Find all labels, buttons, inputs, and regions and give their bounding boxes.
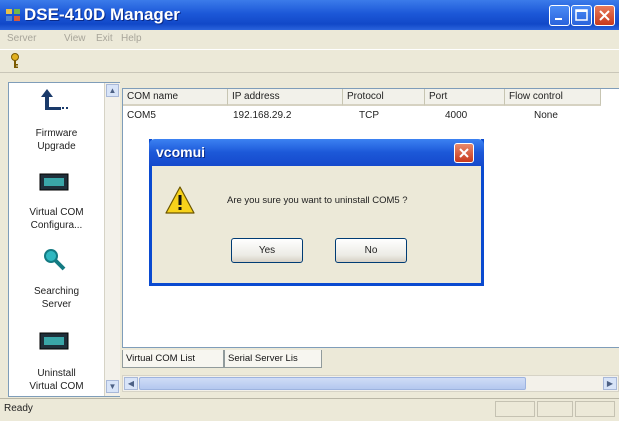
dialog-message: Are you sure you want to uninstall COM5 … (227, 195, 408, 206)
status-text: Ready (4, 403, 33, 414)
menu-view[interactable]: View (64, 33, 86, 44)
dialog-close-button[interactable] (454, 143, 474, 163)
sidebar-item-uninstall-virtual-com[interactable]: Uninstall Virtual COM (9, 367, 104, 393)
sidebar-item-firmware-upgrade[interactable]: Firmware Upgrade (9, 127, 104, 153)
status-pane (537, 401, 573, 417)
sidebar-item-label: Firmware (35, 128, 78, 139)
scroll-down-icon[interactable]: ▼ (106, 380, 119, 393)
scroll-thumb[interactable] (139, 377, 526, 390)
close-icon (599, 10, 610, 21)
scroll-right-icon[interactable]: ▶ (603, 377, 617, 390)
close-button[interactable] (594, 5, 615, 26)
cell-com-name: COM5 (127, 110, 156, 121)
no-button[interactable]: No (335, 238, 407, 263)
menu-server[interactable]: Server (7, 33, 36, 44)
status-bar: Ready (0, 398, 619, 421)
menu-exit[interactable]: Exit (96, 33, 113, 44)
sidebar-item-label: Server (41, 299, 72, 310)
column-header-com-name[interactable]: COM name (123, 89, 228, 106)
maximize-button[interactable] (571, 5, 592, 26)
cell-protocol: TCP (359, 110, 379, 121)
minimize-button[interactable] (549, 5, 570, 26)
scroll-up-icon[interactable]: ▲ (106, 84, 119, 97)
horizontal-scrollbar[interactable]: ◀ ▶ (122, 375, 619, 392)
sidebar-item-virtual-com-config[interactable]: Virtual COM Configura... (9, 206, 104, 232)
status-pane (495, 401, 535, 417)
sidebar-item-label: Configura... (30, 220, 83, 231)
sidebar-item-label: Searching (33, 286, 80, 297)
minimize-icon (555, 18, 562, 20)
toolbar (0, 49, 619, 73)
cell-port: 4000 (445, 110, 468, 121)
column-header-port[interactable]: Port (425, 89, 505, 106)
column-header-protocol[interactable]: Protocol (343, 89, 425, 106)
sidebar-scrollbar[interactable]: ▲ ▼ (104, 83, 120, 396)
upload-arrow-icon (41, 89, 68, 110)
sidebar-item-searching-server[interactable]: Searching Server (9, 285, 104, 311)
tab-serial-server-list[interactable]: Serial Server Lis (224, 350, 322, 368)
confirm-dialog: vcomui Are you sure you want to uninstal… (149, 139, 484, 286)
column-header-ip-address[interactable]: IP address (228, 89, 343, 106)
dialog-title-bar[interactable]: vcomui (149, 139, 484, 166)
sidebar-item-label: Upgrade (37, 141, 76, 152)
sidebar-item-label: Virtual COM (29, 381, 84, 392)
maximize-icon (575, 9, 588, 21)
close-icon (459, 148, 469, 158)
title-bar[interactable]: DSE-410D Manager (0, 0, 619, 30)
dialog-title: vcomui (156, 144, 206, 160)
magnifier-key-icon (44, 249, 66, 271)
app-icon (6, 9, 20, 21)
window-title: DSE-410D Manager (24, 5, 180, 24)
cell-flow-control: None (534, 110, 558, 121)
status-pane (575, 401, 615, 417)
warning-icon (165, 186, 195, 214)
column-header-flow-control[interactable]: Flow control (505, 89, 601, 106)
sidebar: Firmware Upgrade Virtual COM Configura..… (8, 82, 120, 397)
serial-port-icon (39, 332, 69, 350)
menu-bar: Server View Exit Help (0, 31, 619, 49)
serial-port-icon (39, 173, 69, 191)
cell-ip-address: 192.168.29.2 (233, 110, 292, 121)
key-icon[interactable] (6, 52, 24, 70)
tab-virtual-com-list[interactable]: Virtual COM List (122, 350, 224, 368)
sidebar-item-label: Uninstall (37, 368, 76, 379)
scroll-left-icon[interactable]: ◀ (124, 377, 138, 390)
tab-strip: Virtual COM List Serial Server Lis (122, 348, 619, 370)
main-window: DSE-410D Manager Server View Exit Help F… (0, 0, 619, 421)
yes-button[interactable]: Yes (231, 238, 303, 263)
sidebar-item-label: Virtual COM (29, 207, 84, 218)
menu-help[interactable]: Help (121, 33, 142, 44)
